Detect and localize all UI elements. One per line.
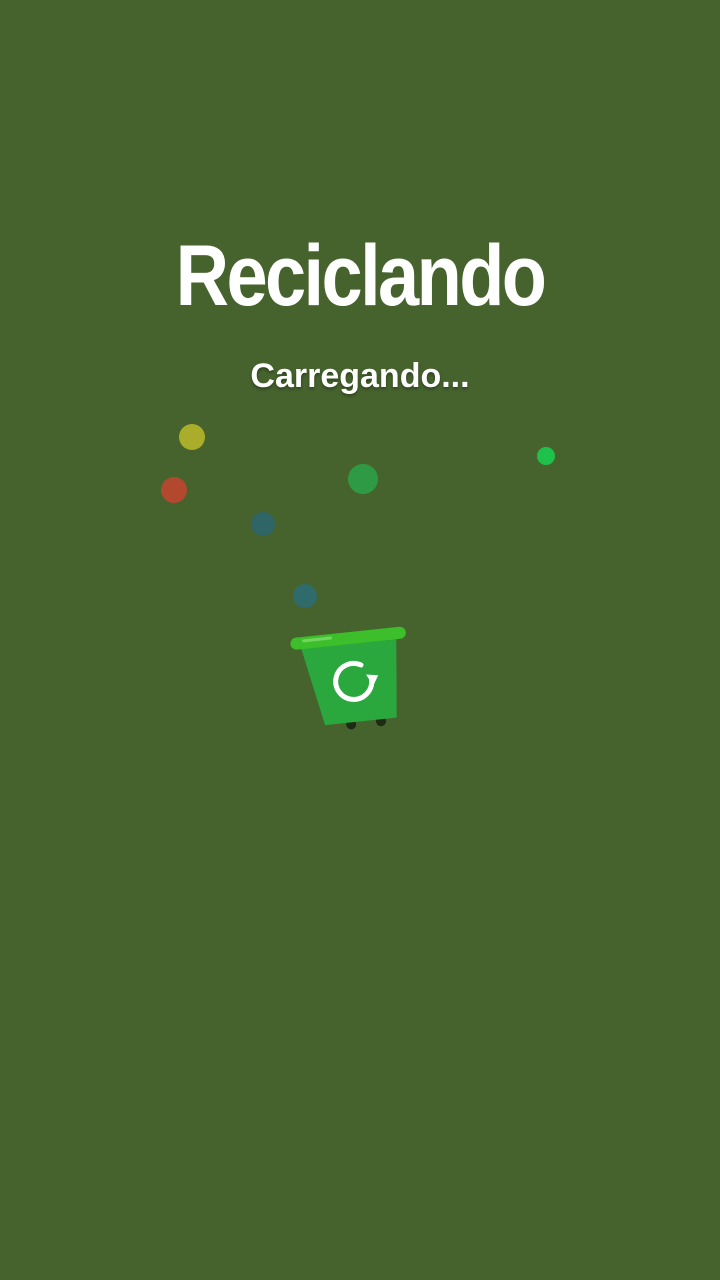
falling-particle-bright-green [537, 447, 555, 465]
falling-particle-teal [251, 512, 275, 536]
falling-particle-yellow [179, 424, 205, 450]
loading-text: Carregando... [250, 357, 470, 395]
app-title: Reciclando [175, 228, 547, 324]
falling-particle-green [348, 464, 378, 494]
falling-particle-red [161, 477, 187, 503]
falling-particle-teal-2 [293, 584, 317, 608]
recycle-bin-icon [290, 626, 406, 730]
